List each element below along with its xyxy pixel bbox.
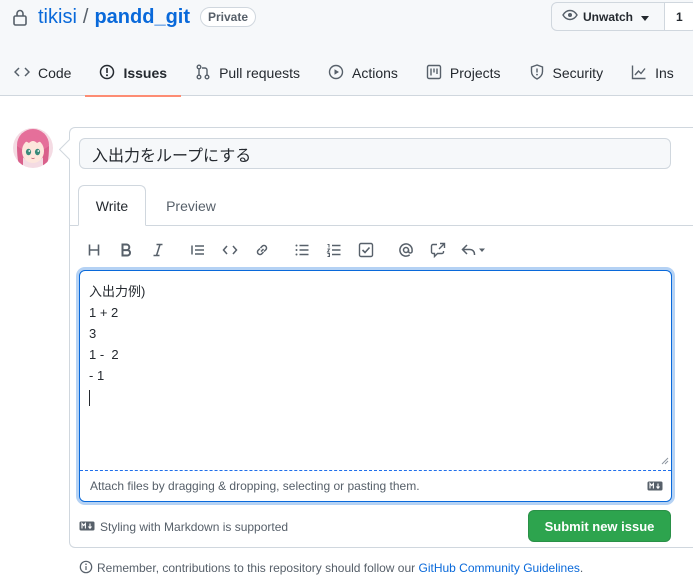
tab-write[interactable]: Write	[78, 185, 146, 226]
submit-new-issue-button[interactable]: Submit new issue	[528, 510, 671, 542]
repo-header: tikisi / pandd_git Private Unwatch 1 Cod…	[0, 0, 693, 97]
tab-issues-label: Issues	[123, 65, 168, 81]
quote-icon[interactable]	[182, 238, 214, 262]
info-icon	[79, 560, 97, 577]
body-line: 1 + 2	[89, 305, 119, 320]
italic-icon[interactable]	[142, 238, 174, 262]
resize-grip-icon[interactable]	[661, 452, 669, 468]
tab-code-label: Code	[38, 65, 72, 81]
repo-title: tikisi / pandd_git Private	[12, 5, 257, 29]
cross-reference-icon[interactable]	[422, 238, 454, 262]
footer-period: .	[579, 561, 584, 575]
tab-preview[interactable]: Preview	[154, 185, 228, 226]
unwatch-label: Unwatch	[583, 9, 634, 24]
visibility-badge: Private	[200, 7, 257, 27]
mention-icon[interactable]	[390, 238, 422, 262]
markdown-note-label: Styling with Markdown is supported	[100, 520, 289, 534]
body-line: - 1	[89, 368, 105, 383]
tab-code[interactable]: Code	[0, 50, 85, 96]
issue-opened-icon	[99, 64, 123, 83]
contribution-guidelines-note: Remember, contributions to this reposito…	[79, 559, 583, 577]
play-icon	[328, 64, 352, 83]
repo-name-link[interactable]: pandd_git	[94, 6, 190, 29]
tab-security[interactable]: Security	[515, 50, 618, 96]
tab-issues[interactable]: Issues	[85, 50, 181, 97]
tab-actions-label: Actions	[352, 65, 398, 81]
lock-icon	[12, 8, 30, 26]
body-line: 入出力例)	[89, 284, 146, 299]
issue-body-text: 入出力例) 1 + 2 3 1 - 2 - 1	[89, 281, 145, 407]
markdown-icon	[647, 480, 663, 494]
tab-insights[interactable]: Ins	[617, 50, 688, 96]
attach-files-text: Attach files by dragging & dropping, sel…	[90, 479, 420, 493]
reply-icon[interactable]	[454, 238, 494, 262]
community-guidelines-link[interactable]: GitHub Community Guidelines	[419, 561, 580, 575]
tab-projects-label: Projects	[449, 65, 501, 81]
repo-path-separator: /	[82, 5, 89, 28]
body-line: 3	[89, 326, 97, 341]
unwatch-button[interactable]: Unwatch	[551, 2, 666, 31]
markdown-icon	[79, 520, 100, 534]
triangle-down-icon	[641, 10, 654, 24]
tab-insights-label: Ins	[655, 65, 674, 81]
tab-pull-requests[interactable]: Pull requests	[181, 50, 314, 96]
footer-text: Remember, contributions to this reposito…	[97, 561, 416, 575]
link-icon[interactable]	[246, 238, 278, 262]
avatar[interactable]	[13, 128, 53, 168]
issue-title-input[interactable]: 入出力をループにする	[79, 138, 671, 169]
markdown-toolbar	[78, 238, 494, 262]
git-pull-request-icon	[195, 64, 219, 83]
watch-group: Unwatch 1	[551, 2, 693, 31]
shield-icon	[529, 63, 553, 83]
markdown-support-note[interactable]: Styling with Markdown is supported	[79, 519, 288, 535]
eye-icon	[562, 9, 583, 24]
task-list-icon[interactable]	[350, 238, 382, 262]
graph-icon	[631, 64, 655, 83]
tab-projects[interactable]: Projects	[412, 50, 515, 96]
tab-pull-requests-label: Pull requests	[219, 65, 300, 81]
code-icon[interactable]	[214, 238, 246, 262]
editor-tabs: Write Preview	[70, 185, 693, 226]
repo-owner-link[interactable]: tikisi	[38, 6, 77, 29]
attach-files-bar[interactable]: Attach files by dragging & dropping, sel…	[80, 470, 671, 501]
project-icon	[426, 64, 450, 83]
unordered-list-icon[interactable]	[286, 238, 318, 262]
issue-body-textarea[interactable]: 入出力例) 1 + 2 3 1 - 2 - 1 Attach files by …	[79, 270, 672, 502]
watch-count[interactable]: 1	[665, 2, 693, 31]
heading-icon[interactable]	[78, 238, 110, 262]
code-icon	[13, 64, 38, 83]
new-issue-form: 入出力をループにする Write Preview 入出力例) 1 + 2 3 1…	[69, 127, 693, 548]
repo-nav: Code Issues Pull requests Actions Projec…	[0, 50, 688, 97]
tab-security-label: Security	[552, 65, 604, 81]
ordered-list-icon[interactable]	[318, 238, 350, 262]
bold-icon[interactable]	[110, 238, 142, 262]
tab-actions[interactable]: Actions	[314, 50, 412, 96]
text-cursor	[89, 389, 90, 406]
body-line: 1 - 2	[89, 347, 119, 362]
